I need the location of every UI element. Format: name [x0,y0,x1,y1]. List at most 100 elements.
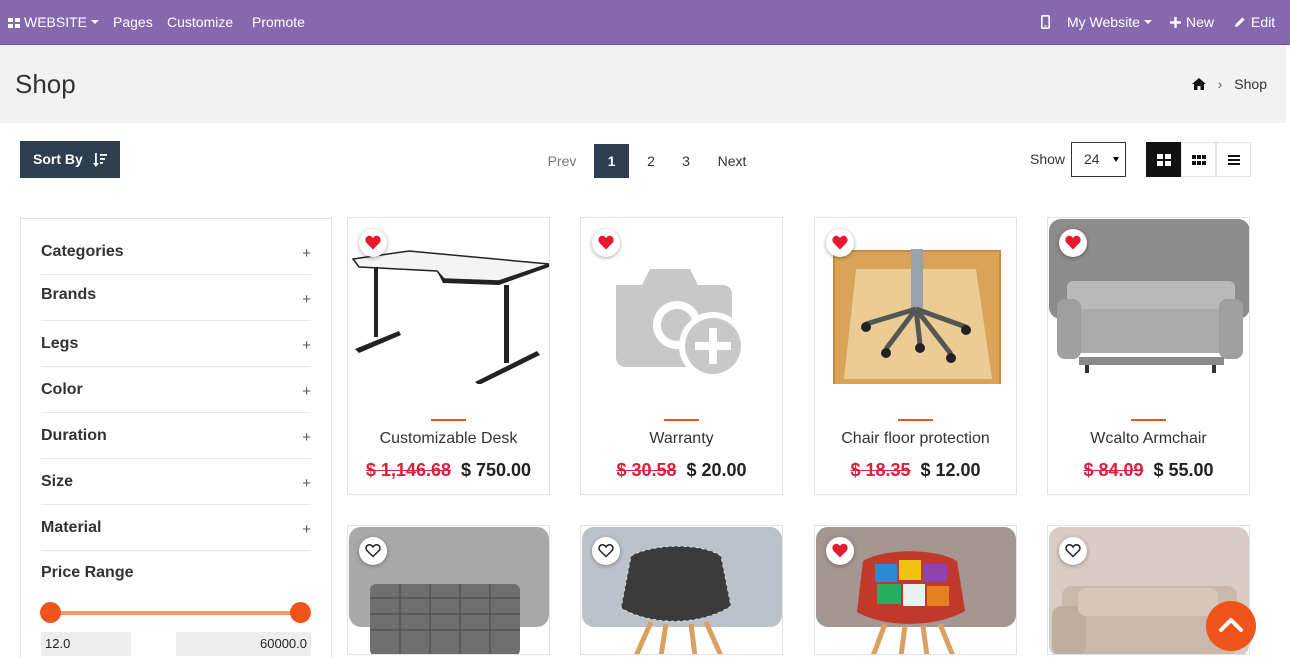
website-menu-label: WEBSITE [24,14,88,30]
wishlist-button[interactable] [826,229,854,257]
sort-by-label: Sort By [33,151,83,167]
product-prices: $ 30.58 $ 20.00 [581,460,782,481]
price-range-track [51,611,301,615]
title-accent-line [898,419,933,421]
wishlist-button[interactable] [1059,229,1087,257]
filter-size[interactable]: Size + [41,459,311,505]
product-card[interactable] [347,525,550,655]
mobile-preview-button[interactable] [1041,0,1051,44]
product-price: $ 12.00 [920,460,981,480]
pager-page-1[interactable]: 1 [594,144,629,178]
edit-label: Edit [1251,14,1276,30]
promote-menu[interactable]: Promote [252,0,305,44]
product-name[interactable]: Chair floor protection [815,430,1016,448]
price-max-input[interactable]: 60000.0 [176,632,311,656]
chevron-up-icon [1219,618,1243,632]
grid-large-view-button[interactable] [1146,142,1181,177]
price-range-title: Price Range [41,564,134,581]
wishlist-button[interactable] [359,229,387,257]
plus-icon: + [302,383,311,400]
filter-duration[interactable]: Duration + [41,413,311,459]
pager-page-3[interactable]: 3 [675,144,697,178]
customize-menu[interactable]: Customize [167,0,233,44]
price-min-input[interactable]: 12.0 [41,632,131,656]
caret-down-icon [1143,20,1152,24]
filter-color[interactable]: Color + [41,367,311,413]
pager-prev[interactable]: Prev [540,144,584,178]
my-website-menu[interactable]: My Website [1067,0,1152,44]
filter-material[interactable]: Material + [41,505,311,551]
filter-label: Color [41,381,83,398]
plus-icon [1170,17,1181,28]
grid-small-view-button[interactable] [1181,142,1216,177]
plus-icon: + [302,429,311,446]
price-max-handle[interactable] [290,602,311,623]
caret-down-icon [1113,157,1119,162]
heart-filled-icon [832,543,848,558]
wishlist-button[interactable] [592,229,620,257]
filter-legs[interactable]: Legs + [41,321,311,367]
product-card[interactable] [580,525,783,655]
product-old-price: $ 1,146.68 [365,460,451,480]
wishlist-button[interactable] [1059,537,1087,565]
pager-next[interactable]: Next [710,144,754,178]
product-price: $ 20.00 [686,460,747,480]
plus-icon: + [302,337,311,354]
mobile-icon [1041,15,1051,29]
products-per-page-select[interactable]: 24 [1071,142,1126,177]
list-icon [1228,155,1240,165]
new-label: New [1186,14,1215,30]
edit-button[interactable]: Edit [1234,0,1275,44]
filters-sidebar: Categories + Brands + Legs + Color + Dur… [20,218,332,658]
title-accent-line [431,419,466,421]
website-menu[interactable]: WEBSITE [8,0,100,44]
filter-label: Material [41,519,102,536]
home-icon[interactable] [1191,78,1206,90]
new-button[interactable]: New [1170,0,1214,44]
grid-small-icon [1192,155,1206,165]
product-card[interactable]: Customizable Desk $ 1,146.68 $ 750.00 [347,217,550,495]
plus-icon: + [302,475,311,492]
heart-outline-icon [598,544,614,558]
filter-categories[interactable]: Categories + [41,229,311,275]
product-price: $ 55.00 [1153,460,1214,480]
product-card[interactable] [814,525,1017,655]
pager-page-2[interactable]: 2 [640,144,662,178]
filter-brands[interactable]: Brands + [41,275,311,321]
wishlist-button[interactable] [826,537,854,565]
filter-label: Categories [41,243,124,260]
sort-amount-icon [92,153,107,167]
list-view-button[interactable] [1216,142,1251,177]
heart-filled-icon [365,235,381,250]
scroll-to-top-button[interactable] [1206,601,1256,651]
wishlist-button[interactable] [592,537,620,565]
product-name[interactable]: Warranty [581,430,782,448]
price-min-handle[interactable] [40,602,61,623]
apps-icon [8,18,20,28]
heart-outline-icon [1065,544,1081,558]
product-old-price: $ 18.35 [850,460,911,480]
product-prices: $ 18.35 $ 12.00 [815,460,1016,481]
page-title: Shop [15,69,76,99]
product-card[interactable]: Wcalto Armchair $ 84.09 $ 55.00 [1047,217,1250,495]
sort-by-button[interactable]: Sort By [20,141,120,178]
pencil-icon [1235,17,1245,27]
heart-filled-icon [832,235,848,250]
product-name[interactable]: Wcalto Armchair [1048,430,1249,448]
product-card[interactable]: Chair floor protection $ 18.35 $ 12.00 [814,217,1017,495]
website-topbar: WEBSITE Pages Customize Promote My Websi… [0,0,1290,45]
product-card[interactable]: Warranty $ 30.58 $ 20.00 [580,217,783,495]
heart-outline-icon [365,544,381,558]
plus-icon: + [302,521,311,538]
product-old-price: $ 84.09 [1083,460,1144,480]
title-accent-line [664,419,699,421]
product-name[interactable]: Customizable Desk [348,430,549,448]
caret-down-icon [91,20,100,24]
pages-menu[interactable]: Pages [113,0,153,44]
filter-label: Size [41,473,74,490]
heart-filled-icon [1065,235,1081,250]
page-header: Shop › Shop [0,45,1286,123]
grid-large-icon [1157,154,1171,166]
breadcrumb-current: Shop [1234,76,1267,92]
wishlist-button[interactable] [359,537,387,565]
